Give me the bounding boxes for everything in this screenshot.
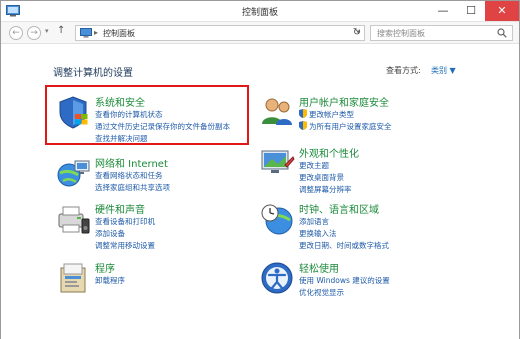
forward-button[interactable]: → — [27, 26, 41, 40]
link-change-account-type[interactable]: 更改帐户类型 — [309, 109, 354, 120]
category-title-hardware-sound[interactable]: 硬件和声音 — [95, 201, 145, 216]
users-icon[interactable] — [259, 94, 295, 130]
ease-of-access-icon[interactable] — [259, 260, 295, 296]
navigation-bar: ← → ▾ ↑ ▸ 控制面板 ▾ ↻ 搜索控制面板 — [1, 22, 519, 44]
address-bar[interactable]: ▸ 控制面板 ▾ — [75, 25, 365, 41]
link-add-language[interactable]: 添加语言 — [299, 216, 329, 227]
search-icon[interactable] — [497, 28, 507, 38]
link-optimize-visual-display[interactable]: 优化视觉显示 — [299, 287, 344, 298]
category-ease-of-access: 轻松使用 使用 Windows 建议的设置 优化视觉显示 — [259, 260, 499, 300]
link-homegroup-sharing[interactable]: 选择家庭组和共享选项 — [95, 182, 170, 193]
category-title-programs[interactable]: 程序 — [95, 260, 115, 275]
category-title-clock-language-region[interactable]: 时钟、语言和区域 — [299, 201, 379, 216]
category-title-network-internet[interactable]: 网络和 Internet — [95, 155, 168, 170]
printer-speaker-icon[interactable] — [55, 201, 91, 237]
content-area: 调整计算机的设置 查看方式: 类别 ▼ 系统和安全 查看你的计算机状态 通过文件… — [1, 45, 519, 339]
category-clock-language-region: 时钟、语言和区域 添加语言 更换输入法 更改日期、时间或数字格式 — [259, 201, 499, 251]
category-programs: 程序 卸载程序 — [55, 260, 255, 296]
link-screen-resolution[interactable]: 调整屏幕分辨率 — [299, 184, 352, 195]
clock-globe-icon[interactable] — [259, 201, 295, 237]
programs-icon[interactable] — [55, 260, 91, 296]
link-add-device[interactable]: 添加设备 — [95, 228, 125, 239]
control-panel-small-icon — [80, 28, 92, 38]
network-globe-icon[interactable] — [55, 155, 91, 191]
category-title-ease-of-access[interactable]: 轻松使用 — [299, 260, 339, 275]
title-bar: 控制面板 — ☐ ✕ — [1, 1, 519, 22]
link-windows-recommended-settings[interactable]: 使用 Windows 建议的设置 — [299, 275, 390, 286]
category-hardware-sound: 硬件和声音 查看设备和打印机 添加设备 调整常用移动设置 — [55, 201, 255, 251]
link-desktop-background[interactable]: 更改桌面背景 — [299, 172, 344, 183]
uac-shield-icon — [299, 109, 307, 118]
minimize-button[interactable]: — — [429, 1, 457, 21]
breadcrumb-separator-icon: ▸ — [94, 28, 99, 37]
back-button[interactable]: ← — [9, 26, 23, 40]
view-by-dropdown[interactable]: 类别 ▼ — [431, 65, 456, 76]
link-devices-printers[interactable]: 查看设备和打印机 — [95, 216, 155, 227]
link-uninstall-program[interactable]: 卸载程序 — [95, 275, 125, 286]
link-network-status[interactable]: 查看网络状态和任务 — [95, 170, 163, 181]
category-title-user-accounts[interactable]: 用户帐户和家庭安全 — [299, 94, 389, 109]
maximize-button[interactable]: ☐ — [457, 1, 485, 21]
link-change-input-method[interactable]: 更换输入法 — [299, 228, 337, 239]
control-panel-window: 控制面板 — ☐ ✕ ← → ▾ ↑ ▸ 控制面板 ▾ ↻ 搜索控制面板 调整计… — [0, 0, 520, 339]
category-appearance: 外观和个性化 更改主题 更改桌面背景 调整屏幕分辨率 — [259, 145, 499, 195]
category-user-accounts: 用户帐户和家庭安全 更改帐户类型 为所有用户设置家庭安全 — [259, 94, 499, 136]
link-date-time-format[interactable]: 更改日期、时间或数字格式 — [299, 240, 389, 251]
link-family-safety[interactable]: 为所有用户设置家庭安全 — [309, 121, 392, 132]
search-placeholder: 搜索控制面板 — [377, 29, 425, 38]
link-mobility-settings[interactable]: 调整常用移动设置 — [95, 240, 155, 251]
page-title: 调整计算机的设置 — [53, 68, 133, 79]
up-button[interactable]: ↑ — [57, 25, 65, 36]
refresh-button[interactable]: ↻ — [350, 27, 364, 41]
view-by-label: 查看方式: — [386, 66, 421, 75]
uac-shield-icon — [299, 121, 307, 130]
close-button[interactable]: ✕ — [485, 1, 519, 21]
highlight-box — [45, 85, 249, 145]
search-input[interactable]: 搜索控制面板 — [370, 25, 513, 41]
recent-locations-chevron-icon[interactable]: ▾ — [45, 27, 49, 35]
appearance-icon[interactable] — [259, 145, 295, 181]
category-network-internet: 网络和 Internet 查看网络状态和任务 选择家庭组和共享选项 — [55, 155, 255, 195]
link-change-theme[interactable]: 更改主题 — [299, 160, 329, 171]
category-title-appearance[interactable]: 外观和个性化 — [299, 145, 359, 160]
breadcrumb-control-panel[interactable]: 控制面板 — [103, 28, 135, 39]
